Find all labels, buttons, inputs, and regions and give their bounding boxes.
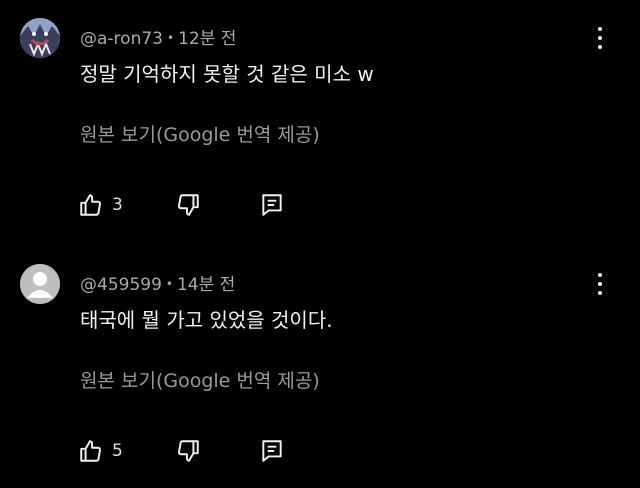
dislike-button[interactable] xyxy=(175,192,201,218)
like-button[interactable]: 3 xyxy=(78,192,123,218)
comment-time: 12분 전 xyxy=(178,29,237,49)
more-options-icon[interactable] xyxy=(590,270,610,298)
like-button[interactable]: 5 xyxy=(78,438,123,464)
like-count: 3 xyxy=(112,195,123,215)
see-original-link[interactable]: 원본 보기(Google 번역 제공) xyxy=(80,120,320,147)
reply-button[interactable] xyxy=(259,192,285,218)
comment-actions: 5 xyxy=(78,436,285,466)
thumbs-down-icon xyxy=(177,194,199,216)
like-count: 5 xyxy=(112,441,123,461)
comment-author[interactable]: @a-ron73 xyxy=(80,29,163,49)
comment-time: 14분 전 xyxy=(176,275,236,295)
separator-dot: • xyxy=(165,277,173,291)
avatar[interactable] xyxy=(20,264,60,304)
comment-meta: @a-ron73 • 12분 전 xyxy=(80,24,236,49)
more-options-icon[interactable] xyxy=(590,24,610,52)
reply-icon xyxy=(262,440,282,462)
reply-button[interactable] xyxy=(259,438,285,464)
see-original-link[interactable]: 원본 보기(Google 번역 제공) xyxy=(80,366,320,393)
comment-item: @459599 • 14분 전 태국에 뭘 가고 있었을 것이다. 원본 보기(Go… xyxy=(0,264,640,474)
drawn-face-avatar-icon xyxy=(20,18,60,58)
comment-text: 태국에 뭘 가고 있었을 것이다. xyxy=(80,308,333,332)
comment-meta: @459599 • 14분 전 xyxy=(80,270,235,295)
reply-icon xyxy=(262,194,282,216)
dislike-button[interactable] xyxy=(175,438,201,464)
avatar[interactable] xyxy=(20,18,60,58)
comment-author[interactable]: @459599 xyxy=(80,275,162,295)
comment-actions: 3 xyxy=(78,190,285,220)
separator-dot: • xyxy=(166,31,175,45)
comment-item: @a-ron73 • 12분 전 정말 기억하지 못할 것 같은 미소 w 원본 보… xyxy=(0,18,640,228)
thumbs-down-icon xyxy=(177,440,199,462)
comment-text: 정말 기억하지 못할 것 같은 미소 w xyxy=(80,62,374,86)
default-person-avatar-icon xyxy=(20,264,60,304)
thumbs-up-icon xyxy=(80,194,101,216)
thumbs-up-icon xyxy=(80,440,101,462)
